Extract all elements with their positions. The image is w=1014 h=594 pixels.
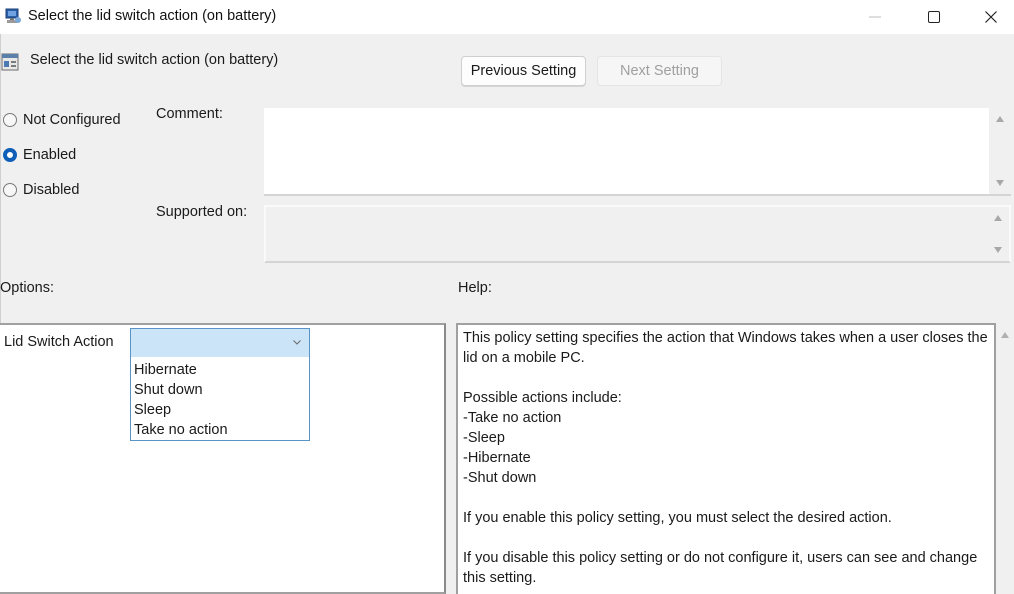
scroll-up-arrow-icon[interactable] (994, 215, 1002, 221)
help-text-pane: This policy setting specifies the action… (456, 323, 996, 594)
scroll-down-arrow-icon[interactable] (996, 180, 1004, 186)
group-policy-computer-icon (4, 7, 22, 25)
minimize-icon (869, 16, 881, 18)
close-button[interactable] (968, 0, 1014, 34)
chevron-down-icon (293, 340, 301, 345)
policy-title: Select the lid switch action (on battery… (30, 52, 279, 68)
lid-switch-action-dropdown-list: Hibernate Shut down Sleep Take no action (130, 357, 310, 441)
maximize-button[interactable] (911, 0, 957, 34)
lid-switch-action-label: Lid Switch Action (4, 334, 114, 350)
supported-on-field (264, 205, 1011, 263)
comment-scrollbar[interactable] (989, 108, 1011, 194)
help-paragraph: If you enable this policy setting, you m… (463, 510, 892, 526)
help-list-item: -Sleep (463, 430, 505, 446)
next-setting-button[interactable]: Next Setting (597, 56, 722, 86)
dropdown-option-hibernate[interactable]: Hibernate (131, 360, 309, 380)
radio-circle[interactable] (3, 183, 17, 197)
title-bar: Select the lid switch action (on battery… (0, 0, 1014, 34)
previous-setting-button[interactable]: Previous Setting (461, 56, 586, 86)
scroll-up-arrow-icon[interactable] (1001, 332, 1009, 338)
minimize-button[interactable] (852, 0, 898, 34)
help-section-label: Help: (458, 280, 492, 296)
help-paragraph: This policy setting specifies the action… (463, 330, 988, 366)
close-icon (985, 11, 997, 23)
window-title: Select the lid switch action (on battery… (28, 8, 277, 24)
help-list-title: Possible actions include: (463, 390, 622, 406)
policy-setting-icon (1, 52, 19, 72)
radio-circle[interactable] (3, 113, 17, 127)
comment-textarea[interactable] (264, 108, 1011, 196)
comment-label: Comment: (156, 106, 223, 122)
scroll-up-arrow-icon[interactable] (996, 116, 1004, 122)
help-paragraph: If you disable this policy setting or do… (463, 550, 978, 586)
scroll-down-arrow-icon[interactable] (994, 247, 1002, 253)
help-list-item: -Take no action (463, 410, 562, 426)
help-list-item: -Hibernate (463, 450, 531, 466)
radio-disabled[interactable]: Disabled (3, 182, 79, 198)
help-scrollbar[interactable] (996, 323, 1014, 594)
dropdown-option-shut-down[interactable]: Shut down (131, 380, 309, 400)
help-actions-list: Possible actions include: -Take no actio… (463, 388, 989, 488)
radio-label: Enabled (23, 147, 77, 163)
lid-switch-action-combobox[interactable] (130, 328, 310, 358)
radio-circle-checked[interactable] (3, 148, 17, 162)
dropdown-option-take-no-action[interactable]: Take no action (131, 420, 309, 440)
supported-on-label: Supported on: (156, 204, 248, 220)
options-section-label: Options: (0, 280, 54, 296)
radio-not-configured[interactable]: Not Configured (3, 112, 121, 128)
radio-label: Disabled (23, 182, 80, 198)
maximize-icon (928, 11, 940, 23)
help-list-item: -Shut down (463, 470, 537, 486)
supported-scrollbar[interactable] (987, 207, 1009, 261)
radio-enabled[interactable]: Enabled (3, 147, 76, 163)
dropdown-option-sleep[interactable]: Sleep (131, 400, 309, 420)
radio-label: Not Configured (23, 112, 121, 128)
